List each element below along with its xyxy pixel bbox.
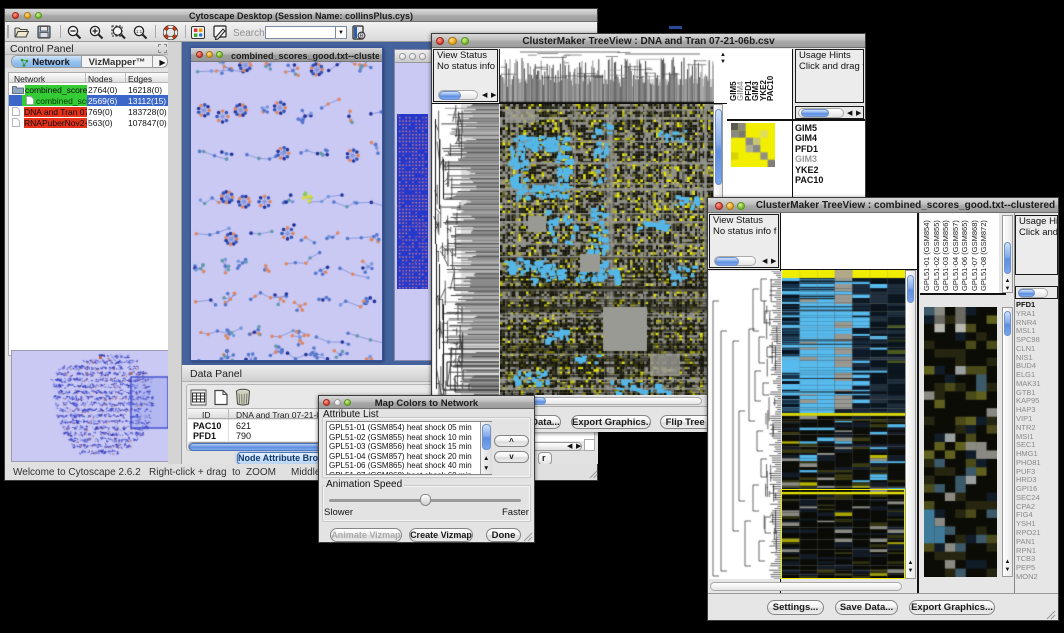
svg-text:1:1: 1:1 [136,29,143,34]
